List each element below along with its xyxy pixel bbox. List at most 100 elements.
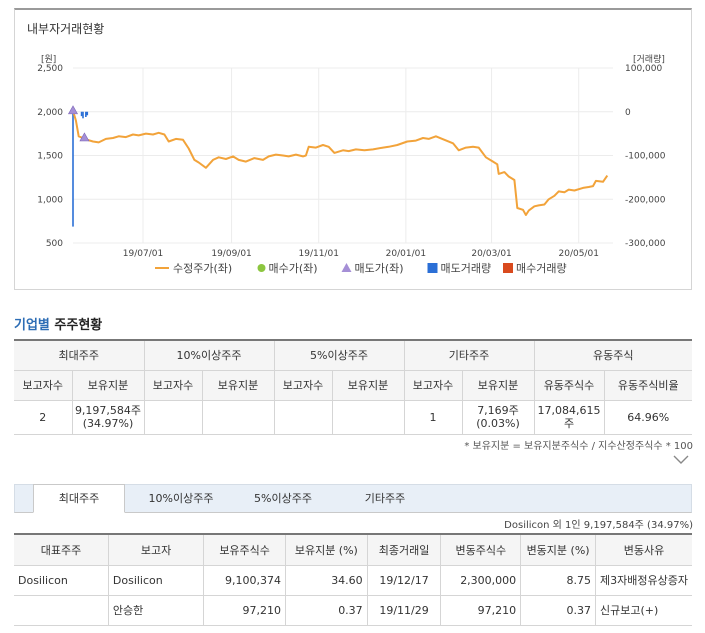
change-shares: 97,210	[440, 594, 522, 626]
held-shares: 97,210	[203, 594, 286, 626]
detail-holding-summary: Dosilicon 외 1인 9,197,584주 (34.97%)	[504, 520, 693, 531]
subheader: 보고자수	[14, 369, 73, 401]
x-tick-label: 20/03/01	[471, 249, 511, 259]
held-percent: 0.37	[284, 594, 368, 626]
tab-10pct-shareholder[interactable]: 10%이상주주	[135, 485, 227, 513]
group-header-float: 유동주식	[533, 339, 692, 371]
column-header: 대표주주	[14, 533, 109, 566]
chevron-down-icon[interactable]	[673, 453, 689, 465]
subheader: 보유지분	[461, 369, 535, 401]
rep-shareholder: Dosilicon	[14, 564, 109, 596]
left-tick-label: 1,000	[37, 195, 63, 205]
section-title-text: 주주현황	[54, 318, 103, 333]
right-axis-ticks: 100,000 0 -100,000 -200,000 -300,000	[625, 64, 666, 249]
column-header: 보유지분 (%)	[284, 533, 368, 566]
other-stake-cell: 7,169주 (0.03%)	[461, 399, 535, 435]
sell-volume-bar	[82, 111, 84, 119]
other-stake-shares: 7,169주	[477, 404, 519, 417]
float-ratio: 64.96%	[603, 399, 692, 435]
column-header: 최종거래일	[366, 533, 442, 566]
right-tick-label: 0	[625, 108, 631, 118]
change-percent: 0.37	[520, 594, 596, 626]
reporter-name: Dosilicon	[107, 564, 205, 596]
change-reason: 제3자배정유상증자	[594, 564, 692, 596]
shareholder-summary-table: 최대주주 10%이상주주 5%이상주주 기타주주 유동주식 보고자수 보유지분 …	[14, 339, 692, 435]
legend-label: 매수거래량	[516, 262, 567, 275]
max-reporter-count: 2	[14, 399, 73, 435]
legend-label: 매수가(좌)	[269, 262, 318, 275]
tab-max-shareholder[interactable]: 최대주주	[33, 484, 125, 513]
table-row: 안승한 97,210 0.37 19/11/29 97,210 0.37 신규보…	[14, 594, 692, 626]
subheader: 보유지분	[331, 369, 405, 401]
x-tick-label: 19/09/01	[211, 249, 251, 259]
right-tick-label: -300,000	[625, 239, 666, 249]
change-reason: 신규보고(+)	[594, 594, 692, 626]
legend-swatch	[427, 263, 438, 273]
insider-trading-chart: [원] [거래량] 2,5002,0001,5001,000500 100,00…	[37, 53, 666, 275]
stake-formula-footnote: * 보유지분 = 보유지분주식수 / 지수산정주식수 * 100	[464, 441, 693, 452]
max-shareholder-detail-table: 대표주주 보고자 보유주식수 보유지분 (%) 최종거래일 변동주식수 변동지분…	[14, 533, 692, 626]
column-header: 변동사유	[594, 533, 692, 566]
ten-reporter-count	[143, 399, 203, 435]
group-header-5pct: 5%이상주주	[273, 339, 405, 371]
last-trade-date: 19/11/29	[366, 594, 442, 626]
ten-stake	[201, 399, 275, 435]
x-tick-label: 19/11/01	[299, 249, 339, 259]
five-reporter-count	[273, 399, 333, 435]
x-axis-ticks: 19/07/01 19/09/01 19/11/01 20/01/01 20/03/01…	[123, 249, 599, 259]
group-header-other: 기타주주	[403, 339, 535, 371]
sell-volume-bar	[72, 111, 74, 227]
left-axis-ticks: 2,500 2,000 1,500 1,000 500	[37, 64, 63, 249]
other-stake-percent: (0.03%)	[476, 417, 520, 430]
held-percent: 34.60	[284, 564, 368, 596]
held-shares: 9,100,374	[203, 564, 286, 596]
chart-legend: 수정주가(좌) 매수가(좌) 매도가(좌) 매도거래량 매수거래량	[155, 262, 567, 275]
change-percent: 8.75	[520, 564, 596, 596]
shareholder-tab-bar: 최대주주 10%이상주주 5%이상주주 기타주주	[14, 484, 692, 513]
legend-swatch	[503, 263, 513, 273]
column-header: 보유주식수	[203, 533, 286, 566]
left-tick-label: 1,500	[37, 152, 63, 162]
last-trade-date: 19/12/17	[366, 564, 442, 596]
tab-other-shareholder[interactable]: 기타주주	[339, 485, 431, 513]
sell-price-marker	[67, 105, 79, 115]
change-shares: 2,300,000	[440, 564, 522, 596]
subheader: 보고자수	[273, 369, 333, 401]
column-header: 변동지분 (%)	[520, 533, 596, 566]
left-tick-label: 2,500	[37, 64, 63, 74]
right-tick-label: -200,000	[625, 195, 666, 205]
rep-shareholder	[14, 594, 109, 626]
subheader: 보고자수	[403, 369, 463, 401]
left-tick-label: 2,000	[37, 108, 63, 118]
sell-volume-bar	[86, 111, 89, 116]
group-header-10pct: 10%이상주주	[143, 339, 275, 371]
legend-label: 매도거래량	[441, 262, 492, 275]
summary-subheader-row: 보고자수 보유지분 보고자수 보유지분 보고자수 보유지분 보고자수 보유지분 …	[14, 369, 692, 401]
chart-gridlines	[73, 67, 613, 244]
right-tick-label: 100,000	[625, 64, 662, 74]
legend-label: 매도가(좌)	[355, 262, 404, 275]
five-stake	[331, 399, 405, 435]
legend-label: 수정주가(좌)	[173, 262, 232, 275]
max-stake-shares: 9,197,584주	[74, 404, 142, 417]
table-row: 2 9,197,584주 (34.97%) 1 7,169주 (0.03%) 1…	[14, 399, 692, 435]
tab-5pct-shareholder[interactable]: 5%이상주주	[237, 485, 329, 513]
x-tick-label: 19/07/01	[123, 249, 163, 259]
section-title: 기업별 주주현황	[14, 314, 102, 333]
other-reporter-count: 1	[403, 399, 463, 435]
float-shares: 17,084,615주	[533, 399, 605, 435]
reporter-name: 안승한	[107, 594, 205, 626]
subheader: 보유지분	[201, 369, 275, 401]
section-title-prefix: 기업별	[14, 318, 50, 333]
sell-volume-bars	[72, 111, 89, 227]
legend-swatch	[341, 263, 352, 272]
max-stake-percent: (34.97%)	[82, 417, 134, 430]
x-tick-label: 20/05/01	[559, 249, 599, 259]
table-row: Dosilicon Dosilicon 9,100,374 34.60 19/1…	[14, 564, 692, 596]
detail-header-row: 대표주주 보고자 보유주식수 보유지분 (%) 최종거래일 변동주식수 변동지분…	[14, 533, 692, 566]
sell-volume-bar	[80, 111, 83, 117]
sell-volume-bar	[85, 111, 87, 117]
max-stake-cell: 9,197,584주 (34.97%)	[71, 399, 145, 435]
right-tick-label: -100,000	[625, 152, 666, 162]
subheader: 보고자수	[143, 369, 203, 401]
